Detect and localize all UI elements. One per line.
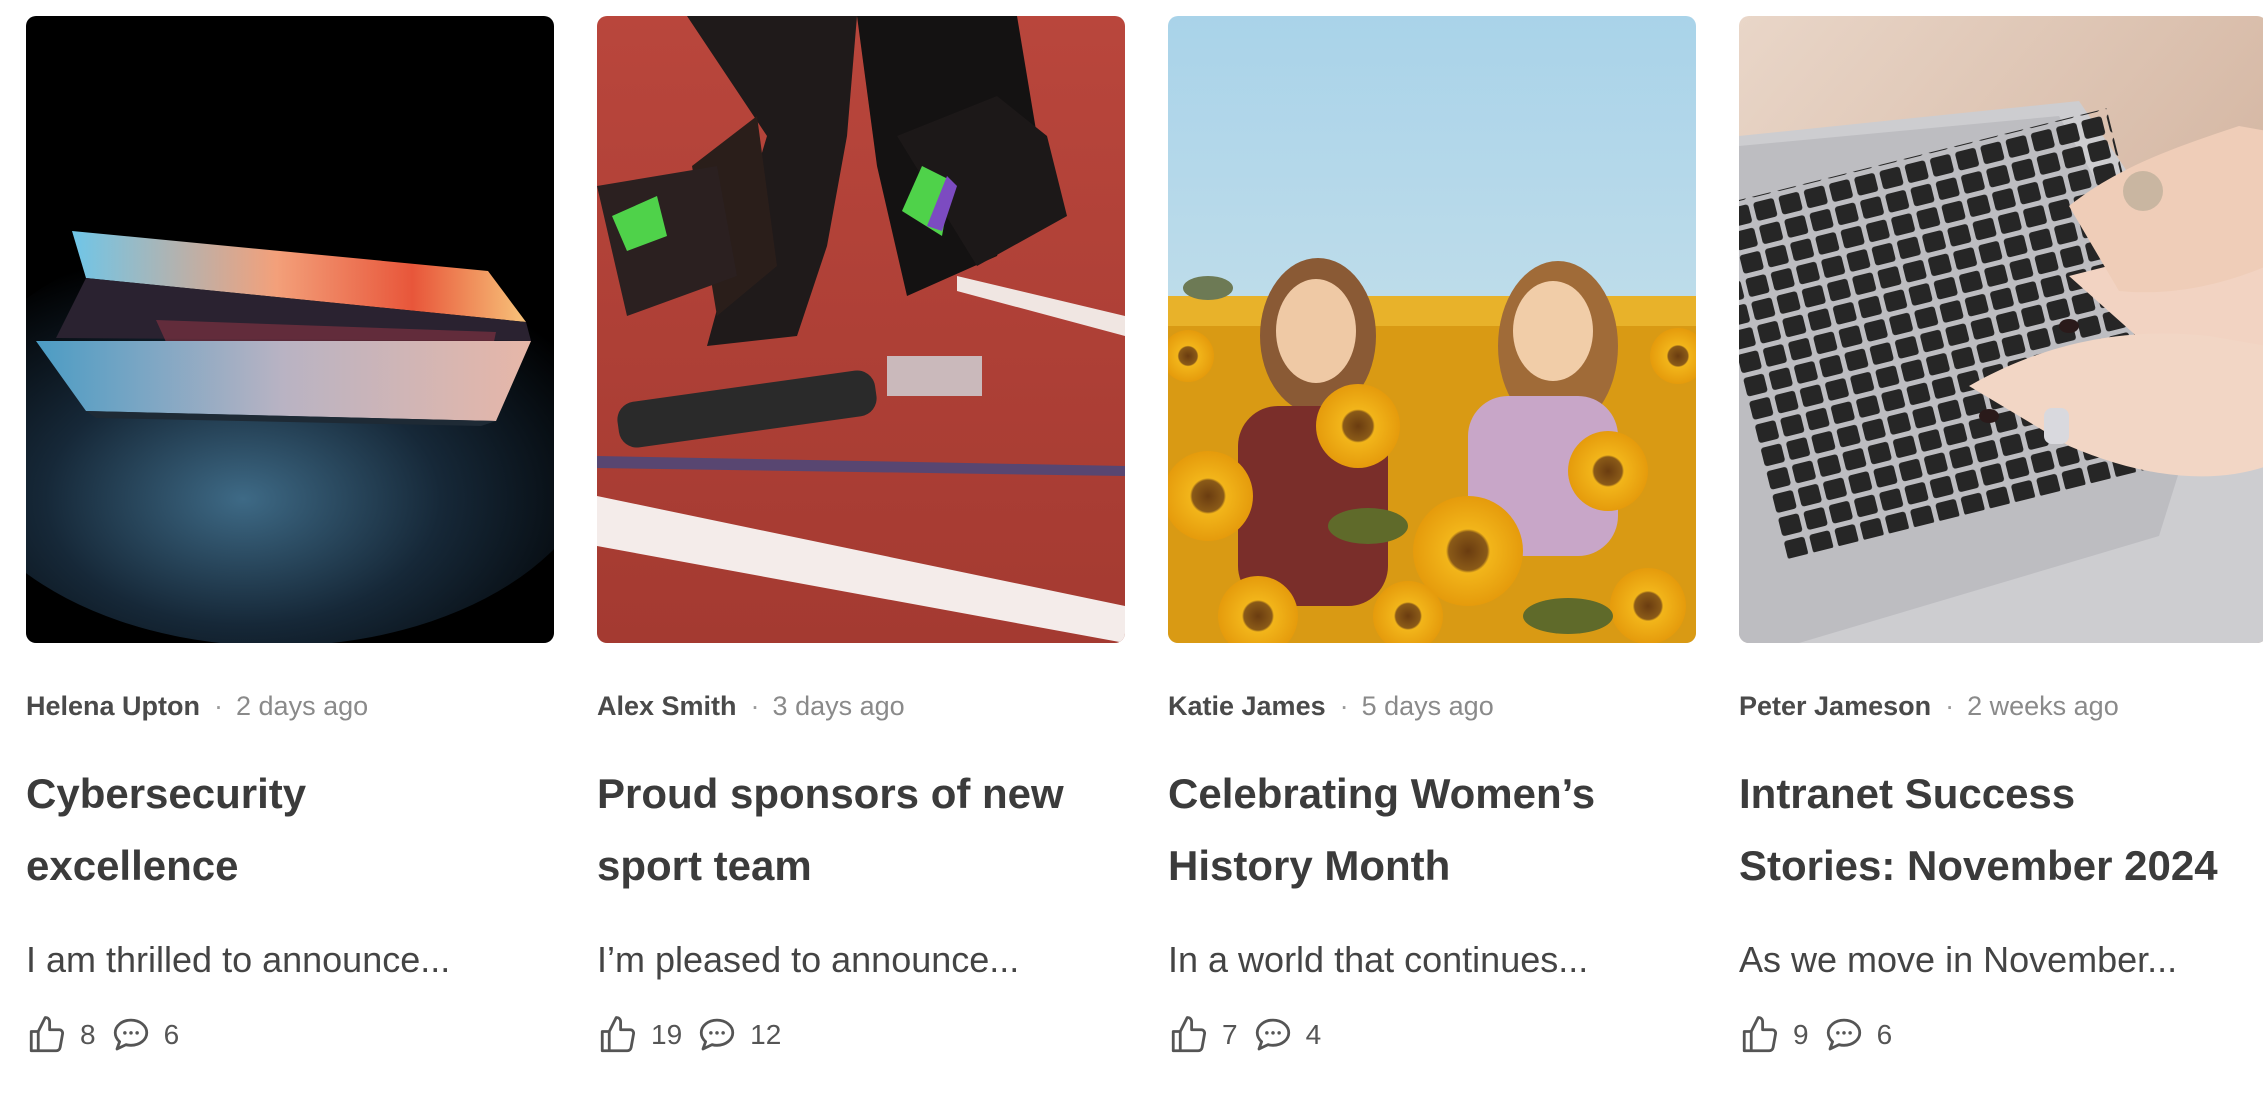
post-title[interactable]: Celebrating Women’s History Month (1168, 758, 1696, 902)
laptop-glow-image (26, 16, 554, 643)
post-title-line: Celebrating Women’s (1168, 770, 1596, 817)
like-button[interactable]: 9 (1739, 1014, 1823, 1056)
post-title-line: Proud sponsors of new (597, 770, 1064, 817)
author-name[interactable]: Alex Smith (597, 691, 737, 722)
post-title-line: Intranet Success (1739, 770, 2076, 817)
laptop-keyboard-image (1739, 16, 2263, 643)
comment-bubble-icon (700, 1018, 735, 1051)
post-meta: Katie James · 5 days ago (1168, 688, 1696, 724)
meta-separator: · (750, 690, 760, 721)
meta-separator: · (1945, 690, 1955, 721)
comment-button[interactable]: 12 (696, 1014, 795, 1056)
post-title[interactable]: Proud sponsors of new sport team (597, 758, 1125, 902)
post-title-line: sport team (597, 842, 812, 889)
like-button[interactable]: 19 (597, 1014, 696, 1056)
post-title-line: History Month (1168, 842, 1451, 889)
like-button[interactable]: 7 (1168, 1014, 1252, 1056)
post-thumbnail-laptop-dark[interactable] (26, 16, 554, 643)
comment-bubble-icon (1826, 1018, 1861, 1051)
post-thumbnail-laptop-typing[interactable] (1739, 16, 2263, 643)
post-thumbnail-sunflower-field[interactable] (1168, 16, 1696, 643)
post-excerpt: I am thrilled to announce... (26, 939, 451, 980)
like-button[interactable]: 8 (26, 1014, 110, 1056)
post-excerpt: As we move in November... (1739, 939, 2178, 980)
comment-button[interactable]: 6 (1823, 1014, 1907, 1056)
post-excerpt: I’m pleased to announce... (597, 939, 1020, 980)
post-title-line: Stories: November 2024 (1739, 842, 2218, 889)
news-card[interactable]: Peter Jameson · 2 weeks ago Intranet Suc… (1739, 16, 2263, 1058)
comment-bubble-icon (1255, 1018, 1290, 1051)
meta-separator: · (214, 690, 224, 721)
post-stats: 9 6 (1739, 1012, 2263, 1058)
post-meta: Alex Smith · 3 days ago (597, 688, 1125, 724)
post-stats: 7 4 (1168, 1012, 1696, 1058)
news-card[interactable]: Helena Upton · 2 days ago Cybersecurity … (26, 16, 554, 1058)
post-title-line: excellence (26, 842, 239, 889)
author-name[interactable]: Katie James (1168, 691, 1326, 722)
author-name[interactable]: Peter Jameson (1739, 691, 1931, 722)
meta-separator: · (1339, 690, 1349, 721)
news-card-list: Helena Upton · 2 days ago Cybersecurity … (26, 16, 2263, 1058)
thumbs-up-icon (1171, 1016, 1207, 1053)
post-excerpt: In a world that continues... (1168, 939, 1589, 980)
post-title[interactable]: Cybersecurity excellence (26, 758, 554, 902)
like-count: 8 (80, 1019, 96, 1050)
post-meta: Peter Jameson · 2 weeks ago (1739, 688, 2263, 724)
comment-button[interactable]: 4 (1252, 1014, 1336, 1056)
thumbs-up-icon (1742, 1016, 1778, 1053)
sprinter-start-image (597, 16, 1125, 643)
sunflower-field-image (1168, 16, 1696, 643)
comment-button[interactable]: 6 (110, 1014, 194, 1056)
like-count: 9 (1793, 1019, 1809, 1050)
post-title-line: Cybersecurity (26, 770, 307, 817)
post-stats: 8 6 (26, 1012, 554, 1058)
comment-count: 6 (163, 1019, 180, 1050)
author-name[interactable]: Helena Upton (26, 691, 200, 722)
news-card[interactable]: Alex Smith · 3 days ago Proud sponsors o… (597, 16, 1125, 1058)
comment-count: 12 (750, 1019, 782, 1050)
like-count: 7 (1222, 1019, 1238, 1050)
comment-count: 6 (1876, 1019, 1893, 1050)
comment-bubble-icon (113, 1018, 148, 1051)
post-thumbnail-running-track[interactable] (597, 16, 1125, 643)
comment-count: 4 (1305, 1019, 1322, 1050)
news-card[interactable]: Katie James · 5 days ago Celebrating Wom… (1168, 16, 1696, 1058)
like-count: 19 (651, 1019, 683, 1050)
post-date: 3 days ago (772, 690, 905, 721)
post-date: 2 weeks ago (1967, 690, 2119, 721)
post-stats: 19 12 (597, 1012, 1125, 1058)
thumbs-up-icon (600, 1016, 636, 1053)
post-date: 5 days ago (1361, 690, 1494, 721)
post-title[interactable]: Intranet Success Stories: November 2024 (1739, 758, 2263, 902)
post-date: 2 days ago (236, 690, 369, 721)
post-meta: Helena Upton · 2 days ago (26, 688, 554, 724)
thumbs-up-icon (29, 1016, 65, 1053)
